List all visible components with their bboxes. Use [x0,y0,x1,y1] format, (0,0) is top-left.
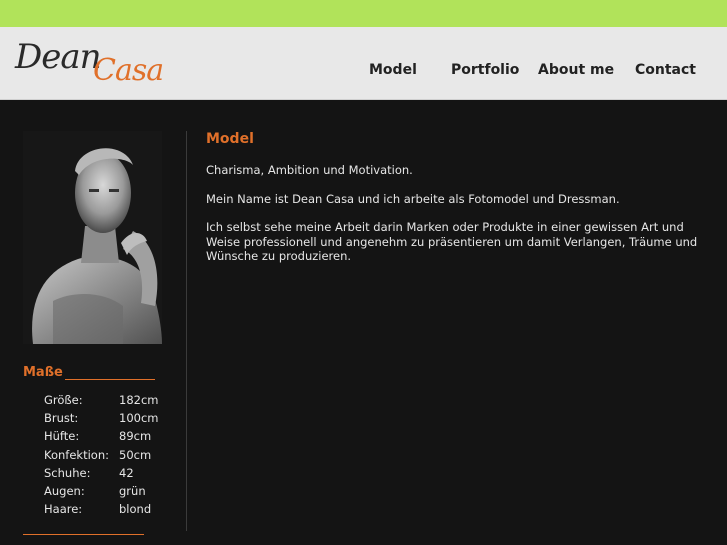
nav-item-portfolio[interactable]: Portfolio [451,62,519,78]
content-paragraph: Ich selbst sehe meine Arbeit darin Marke… [206,220,698,263]
measurement-label: Größe: [44,393,83,407]
nav-item-about-me[interactable]: About me [538,62,614,78]
measurement-label: Brust: [44,411,79,426]
measurement-value: 89cm [119,429,152,444]
measurement-label: Augen: [44,483,85,498]
model-portrait-photo [23,131,162,344]
measurements-heading-underline [65,379,155,380]
main-navigation: Model Portfolio About me Contact [0,27,727,99]
measurement-value: 42 [119,465,134,480]
top-accent-bar [0,0,727,27]
sidebar-bottom-divider [23,534,144,535]
measurements-heading: Maße [23,365,63,380]
measurement-label: Schuhe: [44,465,91,480]
portrait-illustration [23,131,162,344]
measurement-label: Hüfte: [44,429,80,444]
measurement-value: 182cm [119,393,159,407]
main-content: Model Charisma, Ambition und Motivation.… [206,131,706,264]
site-header: Dean Casa Model Portfolio About me Conta… [0,27,727,100]
content-paragraph: Mein Name ist Dean Casa und ich arbeite … [206,191,620,206]
measurement-label: Konfektion: [44,447,109,462]
measurement-value: grün [119,483,146,498]
content-title: Model [206,131,254,147]
column-divider [186,131,187,531]
measurement-value: 50cm [119,447,152,462]
measurement-label: Haare: [44,502,83,517]
content-paragraph: Charisma, Ambition und Motivation. [206,163,413,177]
measurement-value: blond [119,502,152,517]
measurement-value: 100cm [119,411,159,426]
nav-item-model[interactable]: Model [369,62,417,78]
nav-item-contact[interactable]: Contact [635,62,696,78]
